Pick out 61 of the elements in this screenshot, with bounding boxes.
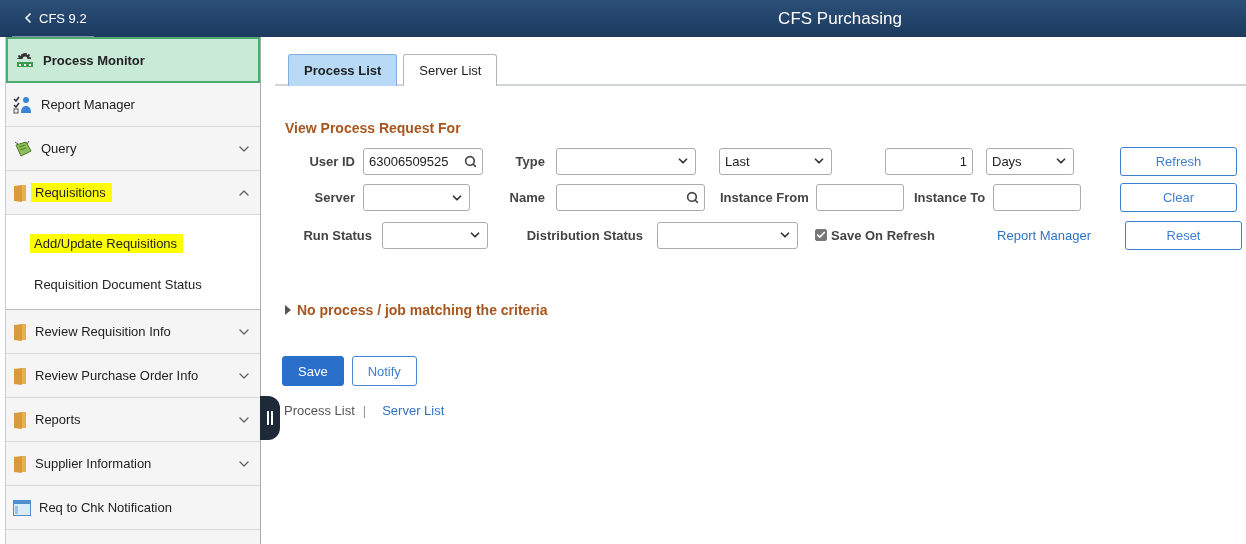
refresh-button[interactable]: Refresh [1120,146,1237,176]
page-link[interactable]: Server List [382,403,445,418]
separator: | [362,403,367,418]
report-manager-link[interactable]: Report Manager [997,227,1091,243]
folder-icon [13,410,27,429]
field-label: Instance To [914,190,985,205]
query-icon [13,139,33,158]
period-select[interactable]: Last [719,147,832,175]
checkbox[interactable] [815,229,827,241]
highlighted-label: Supplier Information [35,456,152,471]
search-icon [464,154,477,168]
field-label: Distribution Status [525,227,643,243]
highlighted-label: Review Purchase Order Info [35,368,199,383]
checkbox-label: Save On Refresh [831,227,936,243]
server-select[interactable] [363,184,470,211]
clear-button[interactable]: Clear [1120,183,1237,212]
tab[interactable]: Server List [403,54,498,86]
highlighted-label: Requisition Document Status [34,277,202,292]
run-status-select[interactable] [382,221,488,249]
highlighted-label: Reports [35,412,81,427]
tab[interactable]: Process List [288,54,398,86]
field-label: Run Status [302,227,372,243]
highlighted-label: Requisitions [31,183,112,202]
folder-icon [13,454,27,473]
type-select[interactable] [556,147,696,175]
field-label: Type [514,153,545,169]
field-label: Instance From [720,190,807,205]
save-button[interactable]: Save [282,356,344,386]
unit-select[interactable]: Days [986,147,1074,175]
sidebar-item[interactable]: Process Monitor [6,37,260,83]
highlighted-label: Add/Update Requisitions [30,234,184,253]
highlighted-label: Review Requisition Info [35,324,171,339]
folder-icon [13,322,27,341]
field-label: Name [508,190,545,205]
sidebar-subitem[interactable]: Add/Update Requisitions [6,223,260,264]
highlighted-label: Process Monitor [43,52,145,68]
instance-from-field[interactable] [816,184,904,211]
highlighted-label: Req to Chk Notification [39,500,172,515]
caret-right-icon [284,305,291,315]
current-page-label: Process List [284,403,355,418]
search-icon [686,191,699,204]
name-field[interactable] [556,184,705,211]
count-field[interactable]: 1 [885,147,973,175]
reset-button[interactable]: Reset [1125,220,1242,250]
highlighted-label: Query [41,141,77,156]
sidebar-subitem[interactable]: Requisition Document Status [6,264,260,305]
page-title: CFS Purchasing [777,8,903,29]
instance-to-field[interactable] [993,184,1081,211]
user-id-field[interactable]: 63006509525 [363,147,483,175]
result-toggle[interactable]: No process / job matching the criteria [284,302,548,318]
field-label: User ID [308,153,355,169]
notify-button[interactable]: Notify [351,356,417,386]
field-label: Server [313,190,355,205]
folder-icon [13,366,27,385]
collapse-handle[interactable] [260,396,280,440]
highlighted-label: Report Manager [41,97,135,112]
distribution-status-select[interactable] [657,221,798,249]
window-icon [13,499,31,516]
folder-icon [13,183,27,202]
section-title: View Process Request For [285,120,462,136]
checklist-person-icon [13,95,33,114]
